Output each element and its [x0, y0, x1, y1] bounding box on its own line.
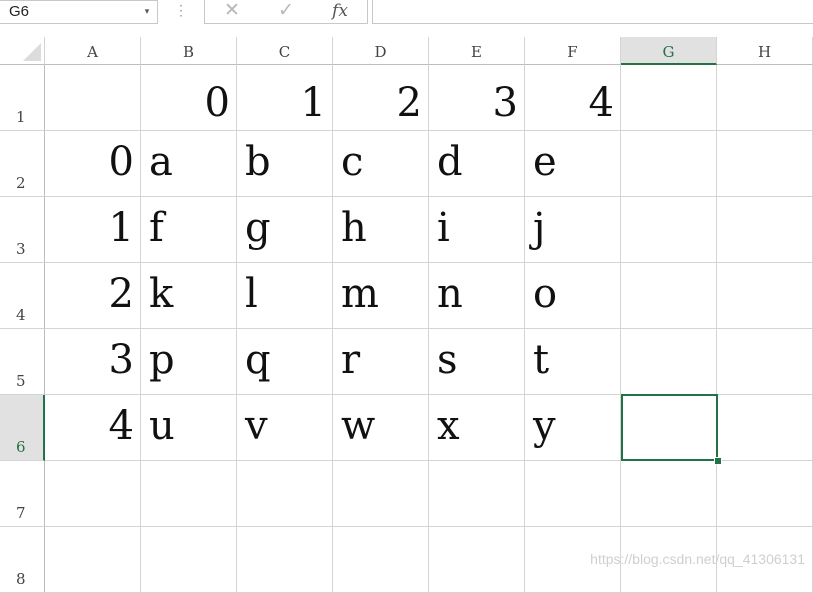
cell-a3[interactable]: 1	[45, 197, 141, 263]
column-header-d[interactable]: D	[333, 37, 429, 65]
cell-c4[interactable]: l	[237, 263, 333, 329]
cancel-icon[interactable]: ✕	[217, 0, 247, 24]
column-header-e[interactable]: E	[429, 37, 525, 65]
function-icon[interactable]: fx	[325, 0, 355, 24]
cell-c5[interactable]: q	[237, 329, 333, 395]
row-header-8[interactable]: 8	[0, 527, 45, 593]
column-header-a[interactable]: A	[45, 37, 141, 65]
cell-a4[interactable]: 2	[45, 263, 141, 329]
selection-box	[621, 394, 718, 461]
column-header-c[interactable]: C	[237, 37, 333, 65]
cell-g5[interactable]	[621, 329, 717, 395]
cell-d7[interactable]	[333, 461, 429, 527]
cell-b5[interactable]: p	[141, 329, 237, 395]
cell-h4[interactable]	[717, 263, 813, 329]
cell-d6[interactable]: w	[333, 395, 429, 461]
cell-b3[interactable]: f	[141, 197, 237, 263]
name-box-value: G6	[9, 3, 30, 20]
cell-h5[interactable]	[717, 329, 813, 395]
checkmark-icon[interactable]: ✓	[271, 0, 301, 24]
cell-a5[interactable]: 3	[45, 329, 141, 395]
cell-b7[interactable]	[141, 461, 237, 527]
more-vertical-icon[interactable]: ⋮	[174, 0, 188, 24]
select-all-corner[interactable]	[0, 37, 45, 65]
cell-d4[interactable]: m	[333, 263, 429, 329]
cell-f5[interactable]: t	[525, 329, 621, 395]
cell-g4[interactable]	[621, 263, 717, 329]
row-number: 5	[16, 372, 26, 390]
cell-h1[interactable]	[717, 65, 813, 131]
cell-e4[interactable]: n	[429, 263, 525, 329]
cell-b2[interactable]: a	[141, 131, 237, 197]
row-header-4[interactable]: 4	[0, 263, 45, 329]
cell-e3[interactable]: i	[429, 197, 525, 263]
row-header-7[interactable]: 7	[0, 461, 45, 527]
cell-a6[interactable]: 4	[45, 395, 141, 461]
cell-c3[interactable]: g	[237, 197, 333, 263]
cell-g3[interactable]	[621, 197, 717, 263]
cell-h6[interactable]	[717, 395, 813, 461]
cell-d2[interactable]: c	[333, 131, 429, 197]
cell-c8[interactable]	[237, 527, 333, 593]
cell-e7[interactable]	[429, 461, 525, 527]
watermark: https://blog.csdn.net/qq_41306131	[590, 551, 805, 567]
cell-a8[interactable]	[45, 527, 141, 593]
cell-e1[interactable]: 3	[429, 65, 525, 131]
cell-e8[interactable]	[429, 527, 525, 593]
column-header-f[interactable]: F	[525, 37, 621, 65]
name-box[interactable]: G6	[0, 0, 158, 24]
row-header-6[interactable]: 6	[0, 395, 45, 461]
row-number: 3	[16, 240, 26, 258]
row-number: 6	[16, 438, 26, 456]
row-number: 2	[16, 174, 26, 192]
column-header-g[interactable]: G	[621, 37, 717, 65]
cell-f1[interactable]: 4	[525, 65, 621, 131]
select-all-triangle-icon	[23, 43, 41, 61]
cell-b8[interactable]	[141, 527, 237, 593]
row-number: 8	[16, 570, 26, 588]
cell-h7[interactable]	[717, 461, 813, 527]
cell-g7[interactable]	[621, 461, 717, 527]
cell-f6[interactable]: y	[525, 395, 621, 461]
formula-buttons: ✕ ✓ fx	[204, 0, 368, 24]
row-number: 1	[16, 108, 26, 126]
row-header-5[interactable]: 5	[0, 329, 45, 395]
chevron-down-icon[interactable]: ▾	[140, 0, 154, 24]
cell-b4[interactable]: k	[141, 263, 237, 329]
row-header-3[interactable]: 3	[0, 197, 45, 263]
cell-c7[interactable]	[237, 461, 333, 527]
formula-bar: G6 ▾ ⋮ ✕ ✓ fx	[0, 0, 813, 26]
row-number: 7	[16, 504, 26, 522]
column-header-b[interactable]: B	[141, 37, 237, 65]
cell-f7[interactable]	[525, 461, 621, 527]
cell-e2[interactable]: d	[429, 131, 525, 197]
cell-f3[interactable]: j	[525, 197, 621, 263]
cell-a7[interactable]	[45, 461, 141, 527]
cell-d1[interactable]: 2	[333, 65, 429, 131]
cell-b1[interactable]: 0	[141, 65, 237, 131]
cell-f4[interactable]: o	[525, 263, 621, 329]
cell-d3[interactable]: h	[333, 197, 429, 263]
formula-input[interactable]	[372, 0, 813, 24]
cell-b6[interactable]: u	[141, 395, 237, 461]
cell-h2[interactable]	[717, 131, 813, 197]
cell-e5[interactable]: s	[429, 329, 525, 395]
cell-a2[interactable]: 0	[45, 131, 141, 197]
cell-d5[interactable]: r	[333, 329, 429, 395]
column-header-h[interactable]: H	[717, 37, 813, 65]
cell-c2[interactable]: b	[237, 131, 333, 197]
cell-a1[interactable]	[45, 65, 141, 131]
cell-c1[interactable]: 1	[237, 65, 333, 131]
row-number: 4	[16, 306, 26, 324]
cell-e6[interactable]: x	[429, 395, 525, 461]
row-header-2[interactable]: 2	[0, 131, 45, 197]
row-header-1[interactable]: 1	[0, 65, 45, 131]
fill-handle[interactable]	[714, 457, 722, 465]
cell-c6[interactable]: v	[237, 395, 333, 461]
cell-g1[interactable]	[621, 65, 717, 131]
cell-g2[interactable]	[621, 131, 717, 197]
cell-h3[interactable]	[717, 197, 813, 263]
cell-f2[interactable]: e	[525, 131, 621, 197]
cell-d8[interactable]	[333, 527, 429, 593]
